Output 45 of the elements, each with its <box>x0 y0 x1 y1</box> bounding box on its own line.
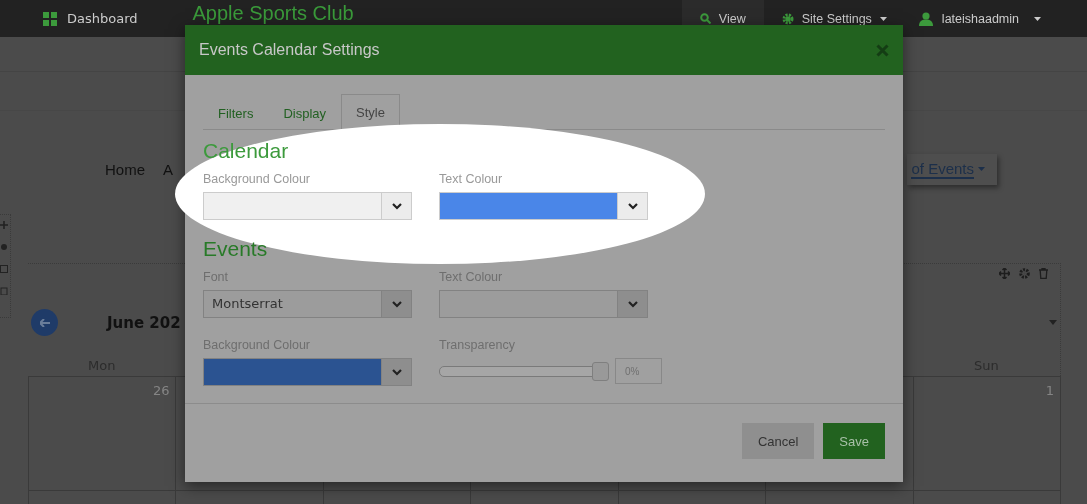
move-icon[interactable] <box>999 268 1010 279</box>
caret-icon <box>978 167 985 171</box>
chevron-down-icon <box>391 368 402 376</box>
chevron-down-icon <box>391 300 402 308</box>
search-icon <box>699 13 711 24</box>
close-button[interactable] <box>874 41 891 59</box>
section-heading: Events <box>203 236 269 262</box>
previous-month-button[interactable] <box>31 309 58 336</box>
colour-picker[interactable] <box>203 358 412 386</box>
arrow-left-icon <box>39 318 50 327</box>
chevron-down-icon <box>627 300 638 308</box>
font-select[interactable]: Montserrat <box>203 290 412 318</box>
dialog-title: Events Calendar Settings <box>199 41 380 59</box>
field-label: Background Colour <box>203 172 311 186</box>
tab[interactable]: Display <box>268 94 341 130</box>
user-menu[interactable]: lateishaadmin <box>904 11 1087 26</box>
user-icon <box>918 11 933 26</box>
square-icon[interactable] <box>0 265 8 273</box>
chevron-down-icon <box>391 202 402 210</box>
nav-link[interactable]: A <box>163 160 174 178</box>
save-button[interactable]: Save <box>823 423 885 459</box>
chevron-down-icon <box>627 202 638 210</box>
field-label: Text Colour <box>439 172 504 186</box>
colour-picker[interactable] <box>439 290 648 318</box>
site-name: Apple Sports Club <box>192 3 354 23</box>
dashboard-link[interactable]: Dashboard <box>67 11 138 26</box>
slider-handle[interactable] <box>592 361 609 381</box>
cancel-button[interactable]: Cancel <box>741 423 815 459</box>
colour-picker[interactable] <box>203 192 412 220</box>
section-heading: Calendar <box>203 138 290 164</box>
caret-icon[interactable] <box>1049 320 1057 325</box>
day-cell[interactable]: 26 <box>28 376 177 491</box>
site-settings-menu[interactable]: Site Settings <box>763 0 905 37</box>
caret-icon <box>879 16 887 21</box>
caret-icon <box>1034 16 1041 21</box>
nav-link[interactable]: Home <box>105 160 145 178</box>
dashboard-icon <box>43 11 57 26</box>
move-icon[interactable] <box>0 221 8 229</box>
close-icon <box>876 43 889 57</box>
colour-picker[interactable] <box>439 192 648 220</box>
month-title: June 202 <box>107 313 181 332</box>
tab[interactable]: Filters <box>203 94 269 130</box>
settings-icon <box>781 12 794 25</box>
tab[interactable]: Style <box>341 94 400 130</box>
day-cell[interactable]: 1 <box>912 376 1061 491</box>
